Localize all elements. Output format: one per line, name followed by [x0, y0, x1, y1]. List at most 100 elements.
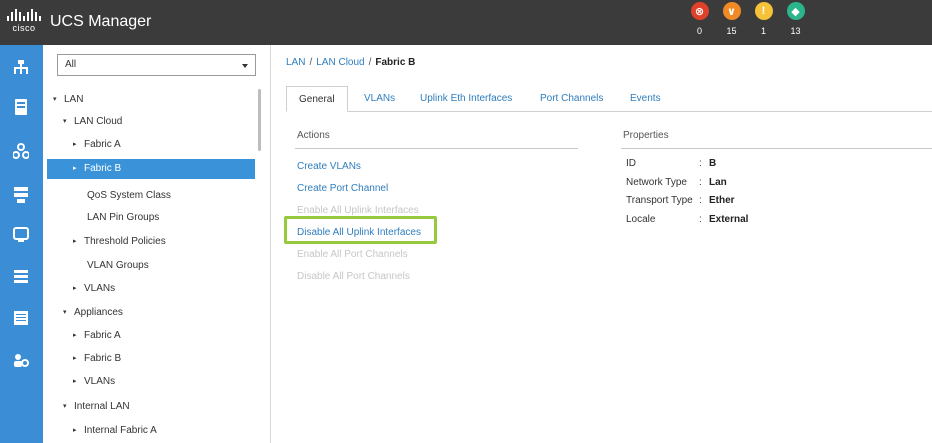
action-link: Disable All Port Channels — [297, 271, 410, 282]
property-label: Transport Type — [626, 195, 693, 206]
warning-diamond-icon: ◆ — [786, 2, 805, 20]
action-link[interactable]: Create VLANs — [297, 161, 361, 172]
tab-bar: General VLANs Uplink Eth Interfaces Port Ch… — [286, 86, 932, 112]
tree-node[interactable]: ▸ Internal Fabric A — [47, 421, 255, 441]
tree-node[interactable]: LAN Pin Groups — [47, 208, 255, 228]
tree-node[interactable]: ▸ Fabric A — [47, 326, 255, 346]
tab-vlans[interactable]: VLANs — [352, 86, 407, 112]
fault-indicator[interactable]: ∨ 15 — [720, 2, 743, 36]
chevron-down-icon — [242, 64, 248, 68]
tree-node-label: Fabric B — [84, 353, 122, 364]
property-colon: : — [699, 214, 702, 225]
lan-icon[interactable] — [11, 141, 31, 161]
property-value: External — [709, 214, 749, 225]
action-highlight-box — [284, 216, 437, 244]
chassis-icon[interactable] — [11, 308, 31, 328]
properties-section-title: Properties — [623, 130, 669, 141]
top-header: cisco UCS Manager ⊗ 0 ∨ 15! 1 ◆ 13 — [0, 0, 932, 45]
navigation-tree-panel: All ▾ LAN ▾ LAN Cloud ▸ Fabric A ▸ Fabric B QoS … — [43, 45, 271, 443]
caret-down-icon[interactable]: ▾ — [63, 112, 67, 132]
tree-node-label: LAN Cloud — [74, 116, 123, 127]
tree-node-label: VLAN Groups — [87, 260, 149, 271]
minor-warning-icon: ! — [754, 2, 773, 20]
tree-node[interactable]: QoS System Class — [47, 186, 255, 206]
tree-node[interactable]: ▾ LAN — [47, 90, 255, 110]
tree-node-label: LAN — [64, 94, 84, 105]
tree-filter-select[interactable]: All — [57, 54, 256, 76]
tree-node[interactable]: ▸ Fabric B — [47, 349, 255, 369]
action-link[interactable]: Create Port Channel — [297, 183, 388, 194]
property-value: Ether — [709, 195, 735, 206]
admin-icon[interactable] — [11, 267, 31, 287]
property-colon: : — [699, 158, 702, 169]
fault-count: 13 — [790, 26, 801, 36]
breadcrumb-current: Fabric B — [375, 57, 416, 68]
storage-icon[interactable] — [11, 185, 31, 205]
fault-indicator[interactable]: ! 1 — [752, 2, 775, 36]
tree-node-label: Internal LAN — [74, 401, 130, 412]
actions-divider — [295, 148, 578, 149]
navigation-rail — [0, 45, 43, 443]
tree-node-label: VLANs — [84, 283, 116, 294]
property-value: B — [709, 158, 717, 169]
tree-node[interactable]: ▾ Internal LAN — [47, 397, 255, 417]
tab-port-channels[interactable]: Port Channels — [528, 86, 615, 112]
property-value: Lan — [709, 177, 727, 188]
action-link: Enable All Uplink Interfaces — [297, 205, 419, 216]
tree-node-label: Fabric A — [84, 139, 121, 150]
server-icon[interactable] — [11, 97, 31, 117]
caret-right-icon[interactable]: ▸ — [73, 372, 77, 392]
tree-node[interactable]: ▾ LAN Cloud — [47, 112, 255, 132]
tree-node[interactable]: ▸ VLANs — [47, 372, 255, 392]
caret-right-icon[interactable]: ▸ — [73, 232, 77, 252]
tree-node-label: QoS System Class — [87, 190, 171, 201]
tree-node-label: Appliances — [74, 307, 123, 318]
property-colon: : — [699, 195, 702, 206]
caret-right-icon[interactable]: ▸ — [73, 135, 77, 155]
fault-indicator[interactable]: ⊗ 0 — [688, 2, 711, 36]
caret-down-icon[interactable]: ▾ — [63, 303, 67, 323]
breadcrumb-link[interactable]: LAN — [286, 57, 305, 68]
vm-icon[interactable] — [11, 225, 31, 245]
cisco-logo-bars — [7, 9, 41, 21]
caret-right-icon[interactable]: ▸ — [73, 159, 77, 179]
tree-node-label: VLANs — [84, 376, 116, 387]
tree-node[interactable]: VLAN Groups — [47, 256, 255, 276]
tree-node-label: Fabric B — [84, 163, 122, 174]
caret-down-icon[interactable]: ▾ — [53, 90, 57, 110]
tab-uplink-eth-interfaces[interactable]: Uplink Eth Interfaces — [408, 86, 524, 112]
action-link: Enable All Port Channels — [297, 249, 408, 260]
breadcrumb-link[interactable]: LAN Cloud — [316, 57, 364, 68]
tree-node[interactable]: ▸ VLANs — [47, 279, 255, 299]
caret-right-icon[interactable]: ▸ — [73, 326, 77, 346]
tree-node[interactable]: ▸ Fabric B — [47, 159, 255, 179]
tree-scrollbar[interactable] — [258, 89, 261, 151]
breadcrumb-separator: / — [368, 57, 372, 68]
tree-node[interactable]: ▸ Fabric A — [47, 135, 255, 155]
cisco-logo-word: cisco — [12, 23, 36, 33]
tab-events[interactable]: Events — [618, 86, 673, 112]
main-content: LAN / LAN Cloud / Fabric B General VLANs Uplin… — [272, 45, 932, 443]
tree-node-label: LAN Pin Groups — [87, 212, 160, 223]
critical-x-icon: ⊗ — [690, 2, 709, 20]
equipment-icon[interactable] — [11, 350, 31, 370]
tree-node[interactable]: ▾ Appliances — [47, 303, 255, 323]
caret-right-icon[interactable]: ▸ — [73, 421, 77, 441]
properties-divider — [621, 148, 932, 149]
property-label: Network Type — [626, 177, 687, 188]
property-label: Locale — [626, 214, 656, 225]
tree-node-label: Threshold Policies — [84, 236, 166, 247]
tree-filter-value: All — [65, 59, 77, 70]
fault-indicator[interactable]: ◆ 13 — [784, 2, 807, 36]
caret-right-icon[interactable]: ▸ — [73, 279, 77, 299]
network-icon[interactable] — [11, 57, 31, 77]
tree-node-label: Fabric A — [84, 330, 121, 341]
tab-general[interactable]: General — [286, 86, 348, 112]
fault-count: 0 — [696, 26, 702, 36]
tree-node[interactable]: ▸ Threshold Policies — [47, 232, 255, 252]
caret-right-icon[interactable]: ▸ — [73, 349, 77, 369]
property-colon: : — [699, 177, 702, 188]
caret-down-icon[interactable]: ▾ — [63, 397, 67, 417]
property-label: ID — [626, 158, 636, 169]
app-title: UCS Manager — [50, 13, 152, 30]
